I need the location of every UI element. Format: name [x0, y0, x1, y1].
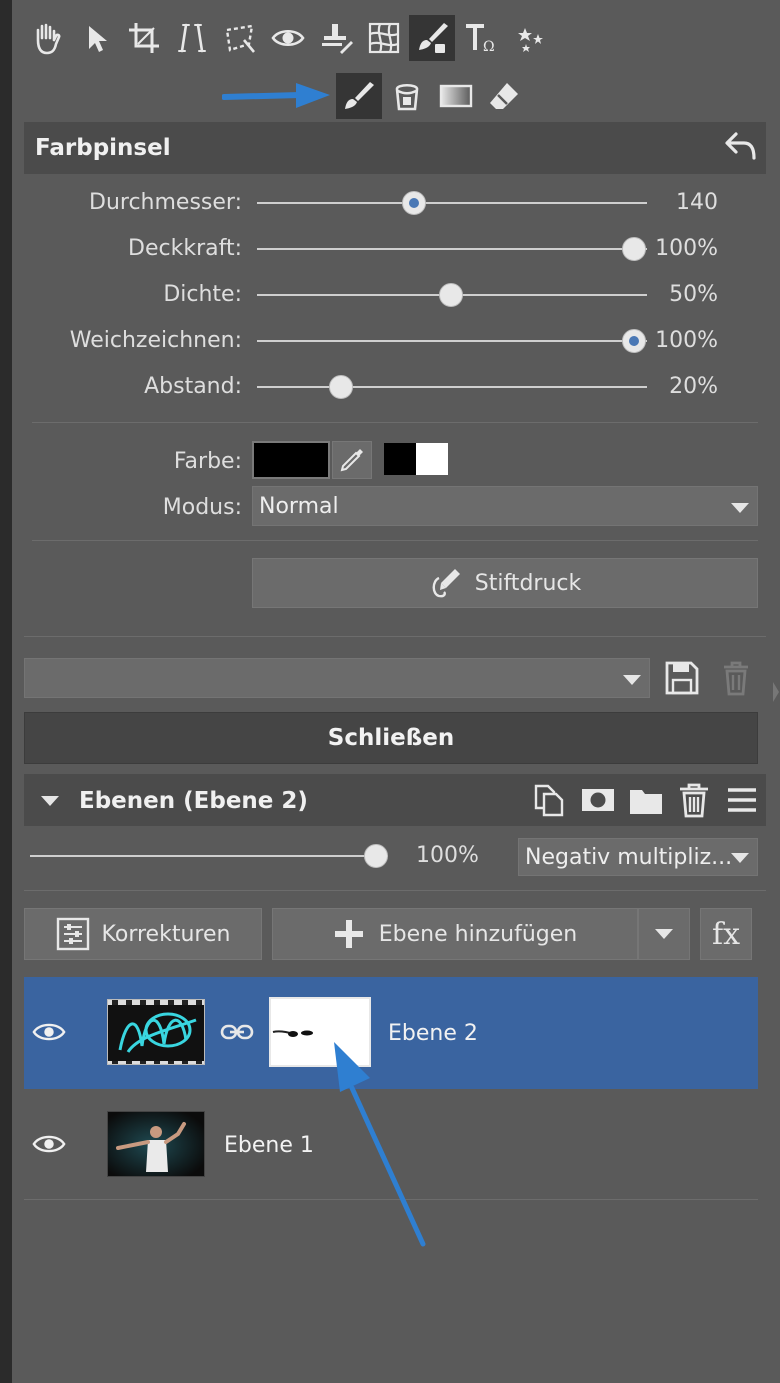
- eraser-icon[interactable]: [481, 73, 527, 119]
- effects-icon[interactable]: [506, 15, 552, 61]
- gradient-icon[interactable]: [433, 73, 479, 119]
- visibility-eye-icon[interactable]: [32, 1017, 66, 1047]
- corrections-button[interactable]: Korrekturen: [24, 908, 262, 960]
- slider-label: Dichte:: [163, 282, 242, 307]
- slider-thumb[interactable]: [329, 375, 354, 399]
- divider: [32, 422, 758, 423]
- layers-title: Ebenen (Ebene 2): [79, 788, 308, 814]
- slider-label: Weichzeichnen:: [69, 328, 242, 353]
- brush-panel-header: Farbpinsel: [24, 122, 766, 174]
- hand-icon[interactable]: [23, 15, 69, 61]
- chevron-down-icon: [623, 675, 641, 685]
- blend-mode-select[interactable]: Negativ multipliz...: [518, 838, 758, 876]
- fx-label: fx: [711, 916, 741, 952]
- plus-icon: [334, 920, 363, 948]
- color-swatch[interactable]: [252, 441, 330, 479]
- visibility-eye-icon[interactable]: [32, 1129, 66, 1159]
- layer-name: Ebene 1: [224, 1133, 314, 1158]
- primary-color-swatch[interactable]: [384, 443, 416, 475]
- eyedropper-icon: [340, 449, 363, 472]
- pen-pressure-icon: [432, 569, 460, 598]
- opacity-slider-track[interactable]: [30, 855, 388, 857]
- mode-label: Modus:: [162, 495, 242, 520]
- slider-track[interactable]: [257, 340, 647, 342]
- folder-icon[interactable]: [628, 782, 664, 818]
- bucket-icon[interactable]: [384, 73, 430, 119]
- stamp-icon[interactable]: [313, 15, 359, 61]
- slider-label: Durchmesser:: [89, 190, 242, 215]
- slider-value: 100%: [655, 236, 718, 261]
- divider: [24, 890, 766, 891]
- divider: [24, 636, 766, 637]
- slider-value: 140: [676, 190, 718, 215]
- blend-mode-value: Negativ multipliz...: [525, 845, 733, 870]
- eye-icon[interactable]: [265, 15, 311, 61]
- layer-thumbnail-person: [107, 1111, 205, 1177]
- adjustments-icon: [56, 917, 89, 951]
- layers-menu-icon[interactable]: [724, 782, 760, 818]
- pointer-icon[interactable]: [73, 15, 119, 61]
- undo-icon[interactable]: [724, 130, 758, 164]
- delete-layer-icon[interactable]: [676, 782, 712, 818]
- slider-value: 50%: [669, 282, 718, 307]
- mode-select[interactable]: Normal: [252, 486, 758, 526]
- slider-track[interactable]: [257, 202, 647, 204]
- panel-title: Farbpinsel: [35, 135, 171, 161]
- brush-icon[interactable]: [409, 15, 455, 61]
- straighten-icon[interactable]: [169, 15, 215, 61]
- slider-thumb[interactable]: [439, 283, 463, 307]
- slider-value: 20%: [669, 374, 718, 399]
- add-layer-button[interactable]: Ebene hinzufügen: [272, 908, 638, 960]
- slider-label: Deckkraft:: [128, 236, 242, 261]
- slider-track[interactable]: [257, 386, 647, 388]
- preset-select[interactable]: [24, 658, 650, 698]
- collapse-layers-icon[interactable]: [41, 796, 59, 806]
- opacity-value: 100%: [416, 843, 479, 868]
- text-icon[interactable]: Ω: [458, 15, 504, 61]
- divider: [32, 540, 758, 541]
- slider-thumb[interactable]: [622, 237, 646, 261]
- fx-button[interactable]: fx: [700, 908, 752, 960]
- window-left-edge: [0, 0, 12, 1383]
- paint-brush-icon[interactable]: [336, 73, 382, 119]
- color-label: Farbe:: [173, 449, 242, 474]
- collapse-panel-icon[interactable]: [772, 680, 780, 704]
- slider-label: Abstand:: [144, 374, 242, 399]
- chevron-down-icon: [731, 503, 749, 513]
- slider-thumb[interactable]: [402, 191, 427, 215]
- mode-value: Normal: [259, 494, 339, 519]
- pen-pressure-label: Stiftdruck: [474, 570, 582, 596]
- slider-value: 100%: [655, 328, 718, 353]
- layers-panel-header: Ebenen (Ebene 2): [24, 774, 766, 826]
- slider-thumb[interactable]: [622, 329, 646, 353]
- chevron-down-icon: [731, 853, 749, 863]
- grid-icon[interactable]: [361, 15, 407, 61]
- add-layer-label: Ebene hinzufügen: [378, 921, 578, 947]
- opacity-slider-thumb[interactable]: [364, 844, 388, 868]
- corrections-label: Korrekturen: [101, 921, 231, 947]
- svg-text:Ω: Ω: [483, 39, 495, 55]
- perspective-icon[interactable]: [217, 15, 263, 61]
- secondary-color-swatch[interactable]: [416, 443, 448, 475]
- layer-thumbnail-light-trail: [107, 999, 205, 1065]
- close-label: Schließen: [327, 725, 455, 751]
- close-button[interactable]: Schließen: [24, 712, 758, 764]
- delete-preset-icon[interactable]: [718, 660, 754, 696]
- chain-link-icon[interactable]: [220, 1021, 254, 1043]
- slider-track[interactable]: [257, 248, 647, 250]
- pen-pressure-button[interactable]: Stiftdruck: [252, 558, 758, 608]
- chevron-down-icon: [655, 929, 673, 939]
- duplicate-layer-icon[interactable]: [532, 782, 568, 818]
- annotation-arrow-icon: [222, 83, 330, 108]
- crop-icon[interactable]: [121, 15, 167, 61]
- add-layer-dropdown[interactable]: [638, 908, 690, 960]
- layer-mask-icon[interactable]: [580, 782, 616, 818]
- save-preset-icon[interactable]: [664, 660, 700, 696]
- eyedropper-button[interactable]: [332, 441, 372, 479]
- annotation-arrow-icon: [334, 1042, 426, 1247]
